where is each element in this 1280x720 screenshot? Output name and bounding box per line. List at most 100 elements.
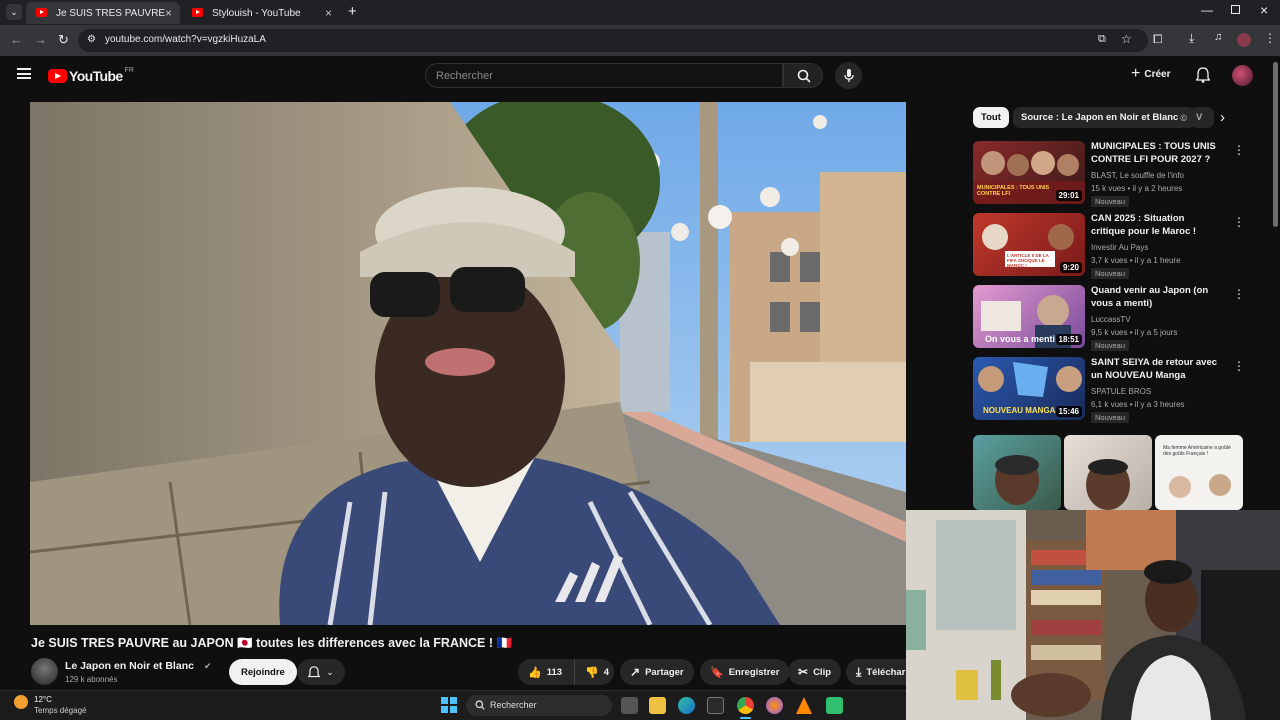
webcam-frame [906,510,1280,720]
thumbnail-text: MUNICIPALES : TOUS UNIS CONTRE LFI [977,185,1050,197]
video-thumbnail[interactable]: On vous a menti 18:51 [973,285,1085,348]
channel-name[interactable]: LuccassTV [1091,315,1131,324]
taskbar-search[interactable]: Rechercher [466,695,612,716]
recommendation-item[interactable]: L'ARTICLE 5 DE LA FIFA CHOQUE LE MAROC !… [973,213,1263,279]
tab-stylouish[interactable]: Stylouish - YouTube × [182,2,340,24]
webcam-overlay [906,510,1280,720]
bookmark-star-icon[interactable]: ☆ [1121,32,1132,46]
windows-start-icon[interactable] [441,697,457,713]
more-actions-icon[interactable]: ⋮ [1233,287,1245,301]
site-info-icon[interactable]: ⚙ [87,34,96,45]
duration-badge: 18:51 [1055,334,1082,345]
like-button[interactable]: 👍 113 [518,659,574,685]
new-tab-icon[interactable]: + [348,3,357,20]
recommendation-title[interactable]: MUNICIPALES : TOUS UNIS CONTRE LFI POUR … [1091,141,1221,166]
region-code: FR [124,66,134,74]
channel-avatar[interactable] [31,658,58,685]
weather-temp[interactable]: 12°C [34,695,52,704]
more-actions-icon[interactable]: ⋮ [1233,143,1245,157]
join-button[interactable]: Rejoindre [229,659,297,685]
browser-menu-icon[interactable]: ⋮ [1264,31,1276,45]
install-icon[interactable]: ⧉ [1098,33,1106,46]
forward-icon[interactable]: → [34,32,47,47]
video-thumbnail[interactable]: NOUVEAU MANGA 15:46 [973,357,1085,420]
weather-icon[interactable] [14,695,28,709]
voice-search-button[interactable] [835,62,862,89]
video-player[interactable] [30,102,906,625]
search-input[interactable]: Rechercher [425,63,783,88]
shorts-thumbnail[interactable] [973,435,1061,510]
restore-icon[interactable] [1231,5,1240,14]
dislike-count: 4 [603,666,609,678]
edge-icon[interactable] [678,697,695,714]
chip-label: V [1196,112,1203,123]
channel-name[interactable]: SPATULE BROS [1091,387,1151,396]
recommendation-item[interactable]: NOUVEAU MANGA 15:46 SAINT SEIYA de retou… [973,357,1263,423]
weather-desc[interactable]: Temps dégagé [34,706,86,715]
app-icon[interactable] [826,697,843,714]
tab-search-icon[interactable]: ⌄ [6,4,22,20]
firefox-icon[interactable] [766,697,783,714]
download-button[interactable]: ⤓ Téléchar [846,659,906,685]
youtube-logo[interactable]: YouTube FR [48,67,134,85]
plus-icon: + [1131,65,1141,82]
channel-name[interactable]: Investir Au Pays [1091,243,1148,252]
hamburger-menu-icon[interactable] [17,68,31,79]
recommendation-item[interactable]: On vous a menti 18:51 Quand venir au Jap… [973,285,1263,351]
url-text: youtube.com/watch?v=vgzkiHuzaLA [105,34,266,45]
recommendation-title[interactable]: CAN 2025 : Situation critique pour le Ma… [1091,213,1221,238]
bookmark-icon: 🔖 [710,666,724,679]
chip-source[interactable]: Source : Le Japon en Noir et Blanc © [1013,107,1195,128]
create-button[interactable]: + Créer [1131,66,1170,82]
shorts-thumbnail[interactable]: Ma femme Américaine a goûté des goûts Fr… [1155,435,1243,510]
subscribe-bell-button[interactable]: ⌄ [297,659,345,685]
media-icon[interactable]: ♫ [1214,31,1222,43]
account-avatar[interactable] [1232,65,1253,86]
video-thumbnail[interactable]: MUNICIPALES : TOUS UNIS CONTRE LFI 29:01 [973,141,1085,204]
minimize-icon[interactable]: — [1201,3,1213,17]
file-explorer-icon[interactable] [649,697,666,714]
store-icon[interactable] [707,697,724,714]
chevron-right-icon[interactable]: › [1220,109,1225,126]
page-scrollbar[interactable] [1273,62,1278,227]
youtube-favicon-icon [192,8,203,17]
reload-icon[interactable]: ↻ [58,32,69,48]
channel-name[interactable]: BLAST, Le souffle de l'info [1091,171,1184,180]
search-icon [475,700,485,710]
thumbnail-text: NOUVEAU MANGA [983,406,1056,415]
address-bar[interactable]: ⚙ youtube.com/watch?v=vgzkiHuzaLA ⧉ ☆ [78,29,1148,52]
recommendation-item[interactable]: MUNICIPALES : TOUS UNIS CONTRE LFI 29:01… [973,141,1263,207]
channel-name[interactable]: Le Japon en Noir et Blanc [65,660,194,672]
share-button[interactable]: ↗ Partager [620,659,694,685]
shorts-thumbnail[interactable] [1064,435,1152,510]
view-meta: 3,7 k vues • il y a 1 heure [1091,256,1181,265]
notifications-bell-icon[interactable] [1196,67,1210,83]
chrome-icon[interactable] [737,697,754,714]
video-thumbnail[interactable]: L'ARTICLE 5 DE LA FIFA CHOQUE LE MAROC !… [973,213,1085,276]
thumbs-up-icon: 👍 [528,666,542,679]
share-label: Partager [645,666,684,678]
chip-all[interactable]: Tout [973,107,1009,128]
youtube-header: YouTube FR Rechercher + Créer [0,56,1280,96]
close-tab-icon[interactable]: × [325,6,332,20]
dislike-button[interactable]: 👎 4 [574,659,614,685]
view-meta: 9,5 k vues • il y a 5 jours [1091,328,1178,337]
close-window-icon[interactable]: × [1260,2,1268,18]
tab-youtube-video[interactable]: Je SUIS TRES PAUVRE au JAPON × [26,2,180,24]
more-actions-icon[interactable]: ⋮ [1233,359,1245,373]
extensions-icon[interactable]: ⧠ [1153,32,1163,47]
close-tab-icon[interactable]: × [165,6,172,20]
save-button[interactable]: 🔖 Enregistrer [700,659,790,685]
vlc-icon[interactable] [796,697,812,714]
view-meta: 15 k vues • il y a 2 heures [1091,184,1183,193]
profile-avatar[interactable] [1237,33,1251,47]
back-icon[interactable]: ← [10,32,23,47]
task-view-icon[interactable] [621,697,638,714]
recommendation-title[interactable]: Quand venir au Japon (on vous a menti) [1091,285,1221,310]
clip-button[interactable]: ✂ Clip [788,659,842,685]
more-actions-icon[interactable]: ⋮ [1233,215,1245,229]
search-button[interactable] [783,63,823,88]
recommendation-title[interactable]: SAINT SEIYA de retour avec un NOUVEAU Ma… [1091,357,1221,382]
download-icon[interactable]: ⤓ [1189,31,1194,46]
chip-more[interactable]: V [1190,107,1214,128]
